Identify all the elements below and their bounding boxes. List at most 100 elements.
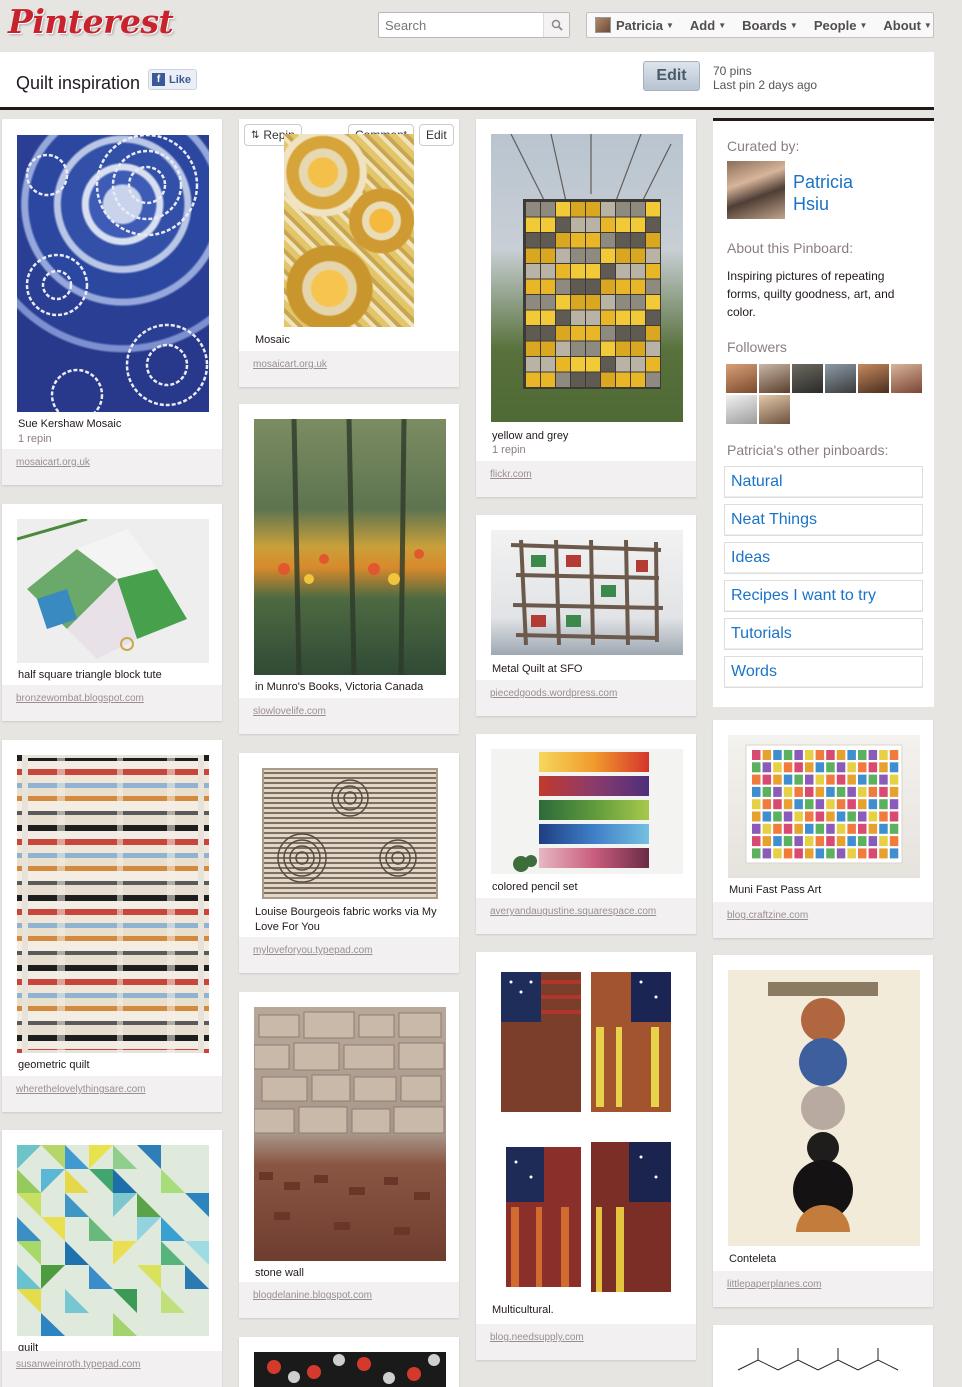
pin-source-link[interactable]: blogdelanine.blogspot.com [239, 1282, 459, 1318]
pin-card[interactable] [713, 1325, 933, 1387]
pin-source-link[interactable]: flickr.com [476, 461, 696, 497]
pin-image[interactable] [728, 1340, 920, 1387]
curated-by-label: Curated by: [727, 138, 800, 154]
painted-quilt-trees [278, 419, 424, 675]
chemical-structure-diagram [737, 1348, 899, 1371]
edit-pin-button[interactable]: Edit [419, 124, 454, 146]
top-bar: Pinterest Patricia▼ Add▼ Boards▼ People▼… [0, 0, 962, 52]
board-header: Quilt inspiration f Like Edit 70 pins Las… [0, 52, 934, 110]
pin-card[interactable]: half square triangle block tute bronzewo… [2, 504, 222, 721]
chevron-down-icon: ▼ [665, 20, 674, 30]
pin-image[interactable] [254, 1007, 446, 1261]
pinboard-link[interactable]: Recipes I want to try [724, 580, 923, 612]
pin-image[interactable] [17, 755, 209, 1053]
chevron-down-icon: ▼ [718, 20, 727, 30]
multicultural-textile-flags [501, 972, 671, 1292]
pinboard-link[interactable]: Words [724, 656, 923, 688]
pin-caption: Metal Quilt at SFO [492, 663, 583, 675]
pin-source-link[interactable]: wherethelovelythingsare.com [2, 1076, 222, 1112]
nav-people-menu[interactable]: People ▼ [814, 18, 868, 33]
pin-source-link[interactable]: slowlovelife.com [239, 698, 459, 734]
pin-caption: Louise Bourgeois fabric works via My Lov… [255, 906, 437, 933]
follower-avatar[interactable] [726, 364, 757, 393]
pin-source-link[interactable]: blog.craftzine.com [713, 902, 933, 938]
pinboard-link[interactable]: Tutorials [724, 618, 923, 650]
metal-quilt-photo [510, 539, 664, 646]
nav-add-menu[interactable]: Add ▼ [690, 18, 726, 33]
pin-card[interactable] [239, 1337, 459, 1387]
followers-label: Followers [727, 339, 787, 355]
pin-source-link[interactable]: susanweinroth.typepad.com [2, 1351, 222, 1387]
pinboard-link[interactable]: Neat Things [724, 504, 923, 536]
pin-card[interactable]: Muni Fast Pass Art blog.craftzine.com [713, 720, 933, 938]
pin-image[interactable] [491, 530, 683, 655]
pin-image[interactable] [254, 1352, 446, 1387]
search-button[interactable] [543, 13, 569, 37]
chevron-down-icon: ▼ [859, 20, 868, 30]
pin-card[interactable]: ⇅Repin Comment Edit Mosaic mosaicart.org… [239, 119, 459, 387]
pin-image[interactable] [262, 768, 438, 899]
pinterest-logo[interactable]: Pinterest [8, 2, 174, 41]
pin-image[interactable] [491, 749, 683, 874]
pin-card[interactable]: in Munro's Books, Victoria Canada slowlo… [239, 404, 459, 734]
mosaic-spiral-art [25, 135, 209, 412]
pin-card[interactable]: Louise Bourgeois fabric works via My Lov… [239, 753, 459, 973]
pin-image[interactable] [728, 735, 920, 878]
pin-card[interactable]: Multicultural. blog.needsupply.com [476, 952, 696, 1360]
pin-card[interactable]: quilt susanweinroth.typepad.com [2, 1130, 222, 1387]
molecule-model-photo [267, 1354, 440, 1384]
pin-caption: half square triangle block tute [18, 669, 162, 681]
pin-source-link[interactable]: littlepaperplanes.com [713, 1271, 933, 1307]
follower-avatar[interactable] [759, 395, 790, 424]
nav-user-menu[interactable]: Patricia ▼ [595, 17, 674, 33]
pin-image[interactable] [17, 135, 209, 412]
follower-avatar[interactable] [891, 364, 922, 393]
pin-source-link[interactable]: mosaicart.org.uk [239, 351, 459, 387]
curator-avatar[interactable] [727, 161, 785, 219]
pin-card[interactable]: Conteleta littlepaperplanes.com [713, 955, 933, 1307]
pin-caption: Muni Fast Pass Art [729, 884, 822, 896]
last-pin-time: Last pin 2 days ago [713, 78, 818, 92]
edit-board-button[interactable]: Edit [643, 61, 700, 91]
pin-card[interactable]: yellow and grey 1 repin flickr.com [476, 119, 696, 497]
pin-image[interactable] [17, 1145, 209, 1336]
triangle-quilt-image [17, 1145, 209, 1336]
board-stats: 70 pins Last pin 2 days ago [713, 64, 817, 92]
pin-caption: Conteleta [729, 1253, 777, 1265]
nav-about-menu[interactable]: About ▼ [883, 18, 931, 33]
pin-source-link[interactable]: myloveforyou.typepad.com [239, 937, 459, 973]
pin-source-link[interactable]: mosaicart.org.uk [2, 449, 222, 485]
pin-source-link[interactable]: blog.needsupply.com [476, 1324, 696, 1360]
pin-image[interactable] [17, 519, 209, 663]
chevron-down-icon: ▼ [923, 20, 932, 30]
facebook-icon: f [152, 73, 165, 86]
pin-card[interactable]: Metal Quilt at SFO piecedgoods.wordpress… [476, 515, 696, 716]
follower-avatar[interactable] [759, 364, 790, 393]
curator-name-link[interactable]: Patricia Hsiu [793, 171, 853, 215]
pin-image[interactable] [254, 419, 446, 675]
pin-source-link[interactable]: averyandaugustine.squarespace.com [476, 898, 696, 934]
pin-source-link[interactable]: bronzewombat.blogspot.com [2, 685, 222, 721]
follower-avatar[interactable] [858, 364, 889, 393]
pin-repin-count: 1 repin [18, 433, 52, 445]
pin-card[interactable]: Sue Kershaw Mosaic 1 repin mosaicart.org… [2, 119, 222, 485]
follower-avatar[interactable] [726, 395, 757, 424]
pin-image[interactable] [491, 967, 683, 1299]
pinboard-link[interactable]: Ideas [724, 542, 923, 574]
nav-boards-menu[interactable]: Boards ▼ [742, 18, 798, 33]
board-title: Quilt inspiration [16, 73, 141, 93]
follower-avatar[interactable] [825, 364, 856, 393]
pinboard-link[interactable]: Natural [724, 466, 923, 498]
pin-count: 70 pins [713, 64, 752, 78]
pin-image[interactable] [728, 970, 920, 1246]
pin-card[interactable]: geometric quilt wherethelovelythingsare.… [2, 740, 222, 1112]
pin-image[interactable] [491, 134, 683, 422]
search-input[interactable] [379, 13, 543, 37]
follower-avatar[interactable] [792, 364, 823, 393]
pin-card[interactable]: colored pencil set averyandaugustine.squ… [476, 734, 696, 934]
pin-image[interactable] [284, 134, 414, 327]
about-pinboard-label: About this Pinboard: [727, 240, 854, 256]
pin-card[interactable]: stone wall blogdelanine.blogspot.com [239, 992, 459, 1318]
pin-source-link[interactable]: piecedgoods.wordpress.com [476, 680, 696, 716]
facebook-like-button[interactable]: f Like [148, 69, 197, 90]
